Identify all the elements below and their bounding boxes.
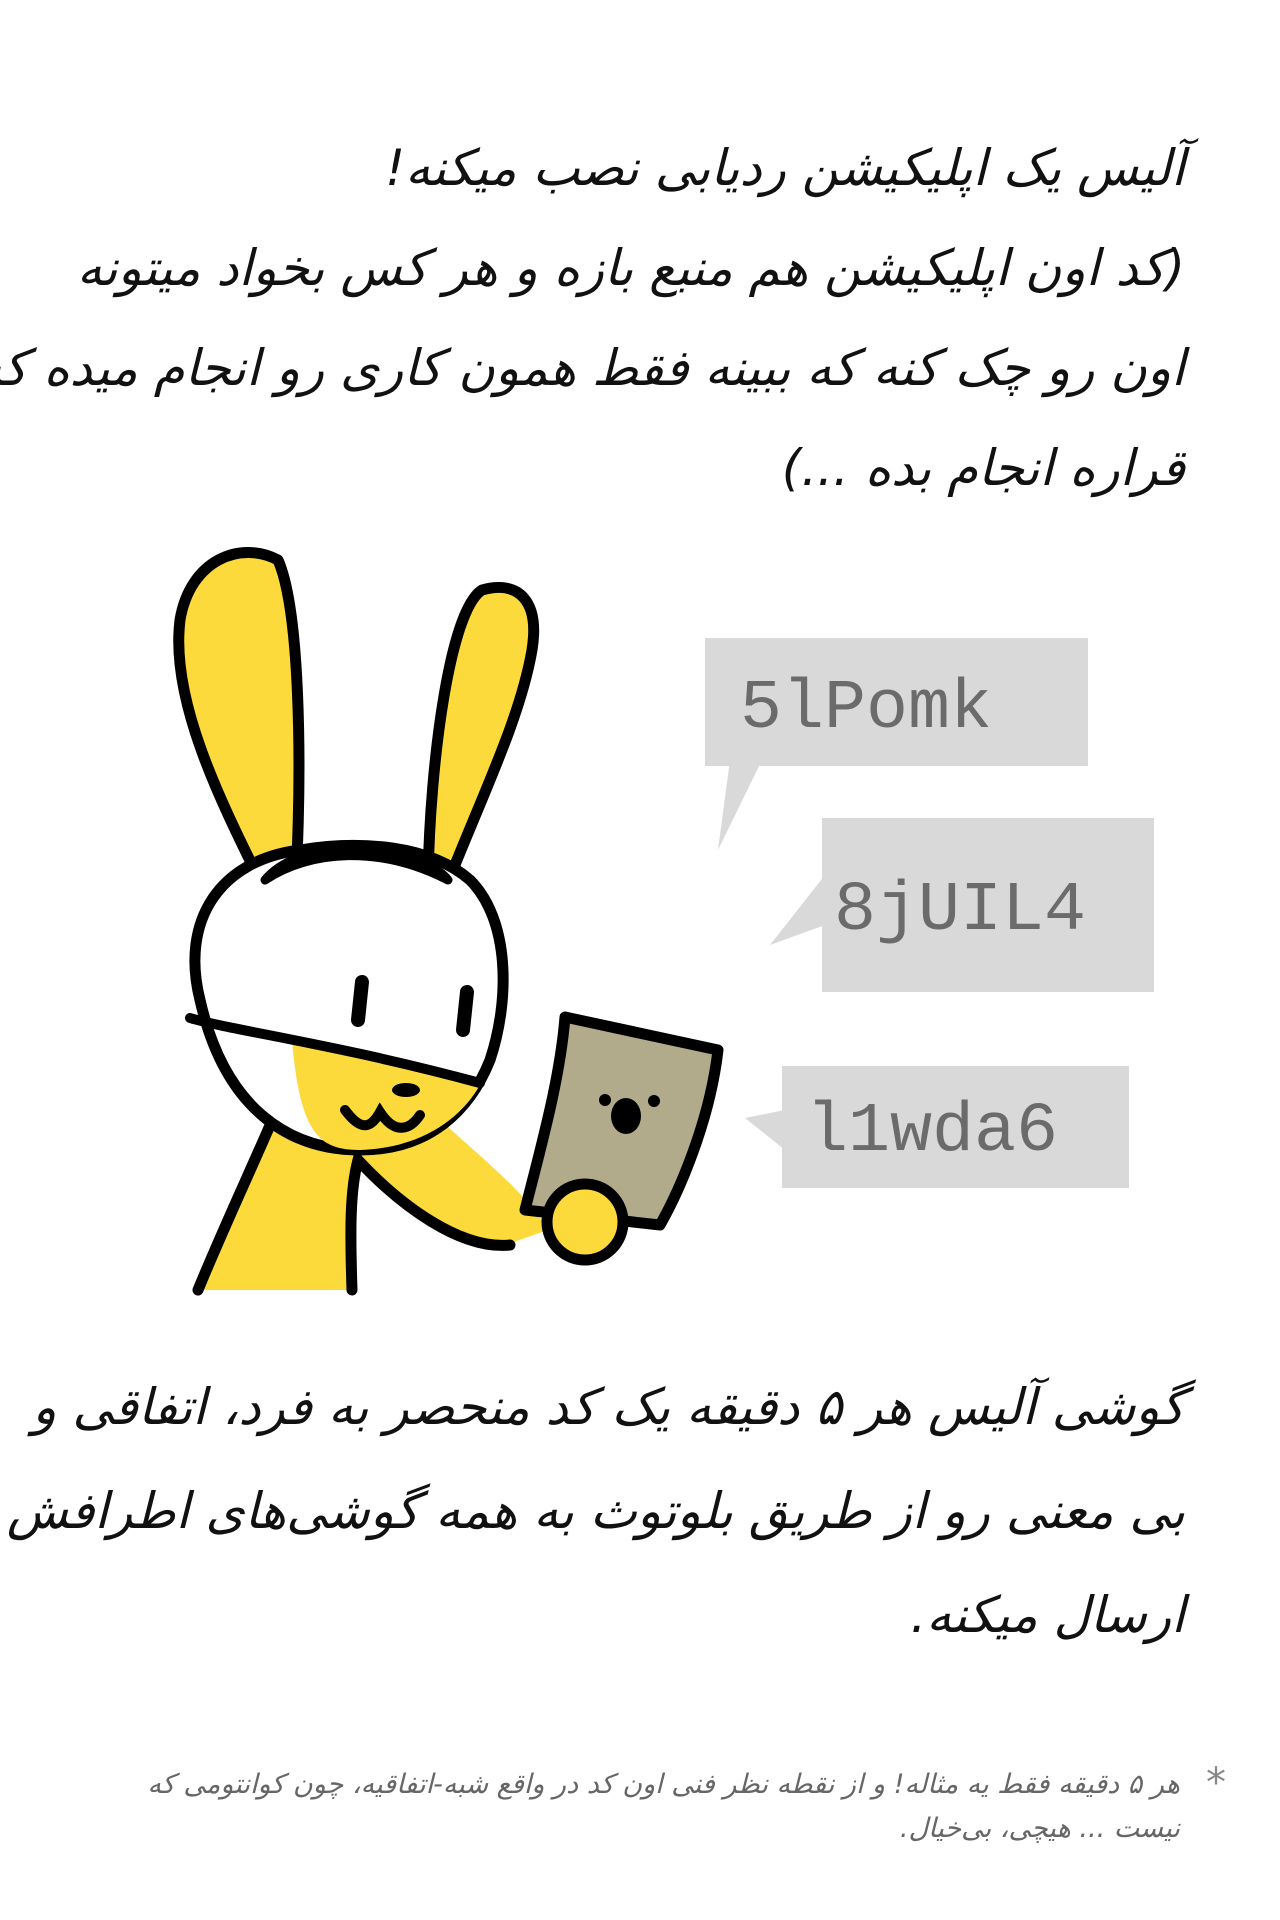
bunny-left-ear xyxy=(173,547,305,891)
footnote-asterisk: * xyxy=(1206,1760,1226,1806)
code-text-1: 5lPomk xyxy=(740,670,992,749)
footnote-line: هر ۵ دقیقه فقط یه مثاله! و از نقطه نظر ف… xyxy=(147,1769,1180,1800)
code-text-3: l1wda6 xyxy=(806,1093,1058,1172)
phone-mouth xyxy=(611,1098,641,1134)
code-bubble-1-tail xyxy=(718,760,762,850)
broadcast-paragraph: گوشی آلیس هر ۵ دقیقه یک کد منحصر به فرد،… xyxy=(6,1355,1185,1667)
broadcast-line: ارسال میکنه. xyxy=(910,1586,1185,1644)
footnote-line: نیست ... هیچی، بی‌خیال. xyxy=(899,1813,1180,1844)
bunny-right-ear xyxy=(422,582,539,896)
phone-right-eye xyxy=(648,1095,660,1107)
bunny-hand xyxy=(541,1178,629,1266)
footnote: * هر ۵ دقیقه فقط یه مثاله! و از نقطه نظر… xyxy=(80,1761,1226,1851)
bunny-left-eye xyxy=(351,975,369,1027)
code-bubble-2-tail xyxy=(770,875,825,945)
bunny-right-eye xyxy=(456,985,474,1037)
bunny-nose xyxy=(392,1083,420,1097)
phone-left-eye xyxy=(599,1094,611,1106)
broadcast-line: گوشی آلیس هر ۵ دقیقه یک کد منحصر به فرد،… xyxy=(32,1378,1185,1436)
code-bubble-3-tail xyxy=(745,1110,785,1150)
code-text-2: 8jUIL4 xyxy=(834,872,1086,951)
broadcast-line: بی معنی رو از طریق بلوتوث به همه گوشی‌ها… xyxy=(6,1482,1185,1540)
